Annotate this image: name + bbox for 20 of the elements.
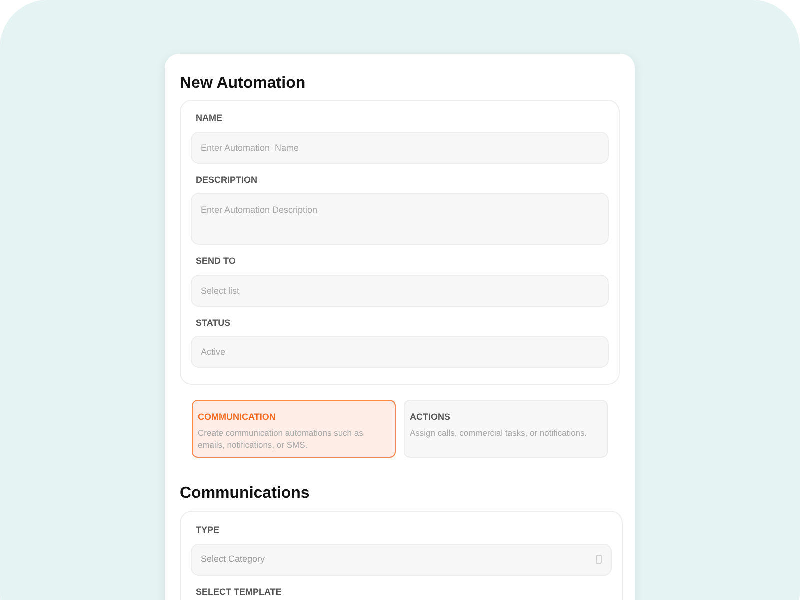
card-title: ACTIONS (410, 411, 452, 424)
select-placeholder: Select Category (201, 552, 266, 566)
field-label: DESCRIPTION (195, 174, 259, 186)
section-title: Communications (180, 484, 311, 504)
description-field[interactable]: Enter Automation Description (191, 193, 609, 245)
automation-type-card[interactable]: COMMUNICATION Create communication automations such as emails, notifications, or SMS. (192, 400, 396, 458)
input-field[interactable]: Select list (191, 274, 609, 306)
card-description: Create communication automations such as emails, notifications, or SMS. (198, 426, 364, 450)
card-description: Assign calls, commercial tasks, or notifications. (410, 426, 588, 438)
field-label: SEND TO (195, 255, 237, 268)
select-field[interactable]: Select Category (191, 544, 612, 576)
card-title: COMMUNICATION (198, 411, 277, 424)
input-field[interactable]: Enter Automation Name (191, 132, 609, 164)
field-label: TYPE (195, 524, 221, 537)
input-field[interactable]: Active (191, 336, 609, 368)
field-label: NAME (195, 112, 224, 125)
field-label: STATUS (195, 316, 232, 330)
automation-type-card[interactable]: ACTIONS Assign calls, commercial tasks, or notifications. (404, 400, 608, 458)
field-label: SELECT TEMPLATE (195, 586, 283, 598)
form-title: New Automation (180, 74, 307, 94)
